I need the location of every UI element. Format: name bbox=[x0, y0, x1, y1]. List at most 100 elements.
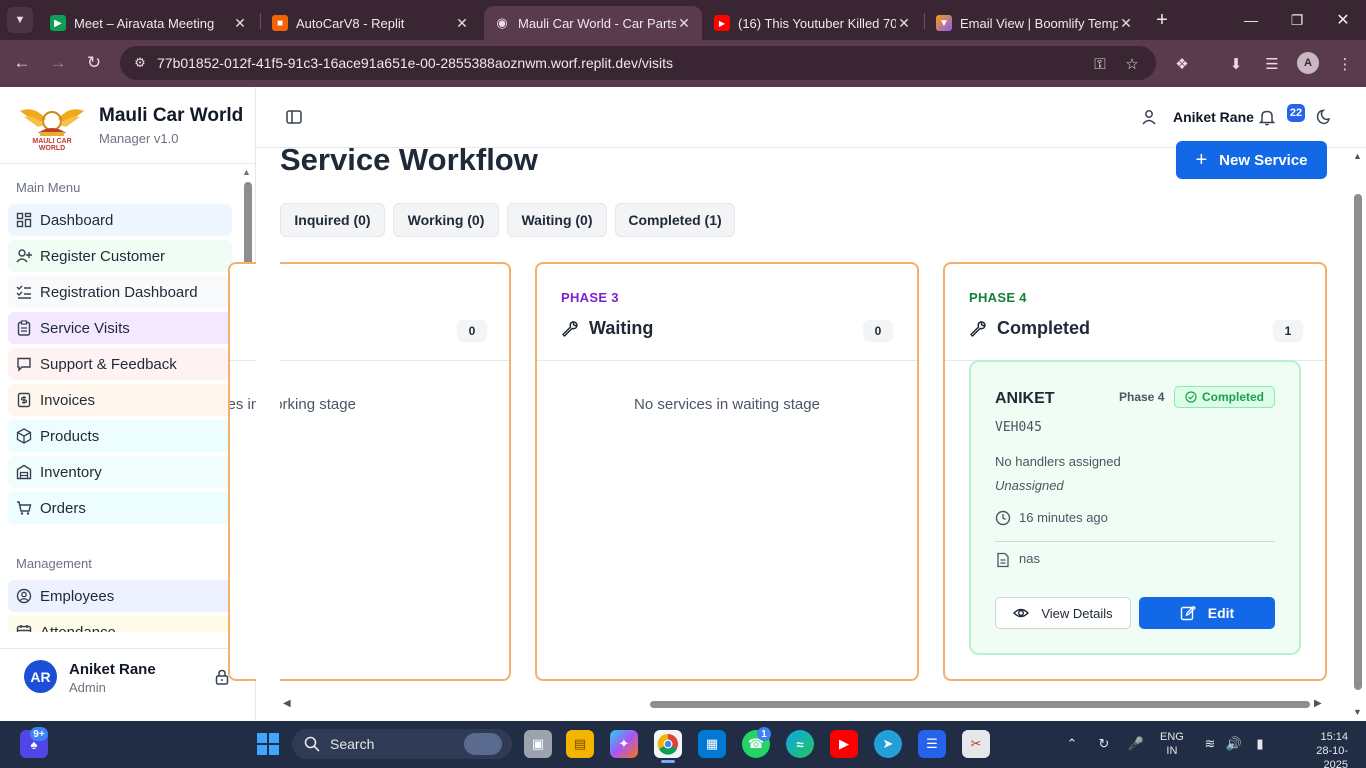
page-scrollbar-thumb[interactable] bbox=[1354, 194, 1362, 690]
user-icon bbox=[1142, 110, 1156, 125]
wifi-icon[interactable]: ≋ bbox=[1200, 732, 1220, 756]
site-info-icon[interactable]: ⚙ bbox=[130, 53, 150, 73]
password-key-icon[interactable]: ⚿ bbox=[1089, 53, 1111, 75]
plus-icon: + bbox=[1195, 148, 1208, 171]
card-customer-name: ANIKET bbox=[995, 390, 1055, 407]
profile-avatar[interactable]: A bbox=[1297, 52, 1319, 74]
edit-button[interactable]: Edit bbox=[1139, 597, 1275, 629]
sidebar-item-attendance[interactable]: Attendance bbox=[8, 616, 232, 632]
scroll-down-arrow-icon[interactable]: ▼ bbox=[1353, 707, 1362, 717]
task-view-icon[interactable]: ▣ bbox=[524, 730, 552, 758]
youtube-app-icon[interactable]: ▶ bbox=[830, 730, 858, 758]
tab-completed[interactable]: Completed (1) bbox=[615, 203, 735, 237]
sidebar-item-products[interactable]: Products bbox=[8, 420, 232, 452]
sync-icon[interactable]: ↻ bbox=[1094, 732, 1114, 756]
sidebar-item-service-visits[interactable]: Service Visits bbox=[8, 312, 232, 344]
main-menu-label: Main Menu bbox=[16, 180, 81, 195]
tab-waiting[interactable]: Waiting (0) bbox=[507, 203, 607, 237]
eye-icon bbox=[1013, 608, 1030, 618]
minimize-button[interactable]: — bbox=[1228, 0, 1274, 40]
extensions-icon[interactable]: ❖ bbox=[1171, 53, 1193, 75]
browser-tab-boomlify[interactable]: ▼ Email View | Boomlify Tempo... ✕ bbox=[926, 6, 1144, 40]
close-icon[interactable]: ✕ bbox=[232, 15, 248, 32]
close-icon[interactable]: ✕ bbox=[1118, 15, 1134, 32]
sidebar-item-inventory[interactable]: Inventory bbox=[8, 456, 232, 488]
telegram-icon[interactable]: ➤ bbox=[874, 730, 902, 758]
sidebar-item-orders[interactable]: Orders bbox=[8, 492, 232, 524]
card-assignment: Unassigned bbox=[995, 478, 1064, 493]
browser-tab-replit[interactable]: ■ AutoCarV8 - Replit ✕ bbox=[262, 6, 480, 40]
sidebar-item-registration-dashboard[interactable]: Registration Dashboard bbox=[8, 276, 232, 308]
maximize-button[interactable]: ❐ bbox=[1274, 0, 1320, 40]
bell-icon[interactable] bbox=[1258, 108, 1276, 126]
browser-tab-youtube[interactable]: ▶ (16) This Youtuber Killed 70 ... ✕ bbox=[704, 6, 922, 40]
forward-button[interactable]: → bbox=[46, 51, 70, 75]
reload-button[interactable]: ↻ bbox=[82, 51, 106, 75]
volume-icon[interactable]: 🔊 bbox=[1224, 732, 1244, 756]
file-explorer-icon[interactable]: ▤ bbox=[566, 730, 594, 758]
tab-working[interactable]: Working (0) bbox=[393, 203, 499, 237]
store-icon[interactable]: ▦ bbox=[698, 730, 726, 758]
close-icon[interactable]: ✕ bbox=[454, 15, 470, 32]
sidebar-item-dashboard[interactable]: Dashboard bbox=[8, 204, 232, 236]
url-text[interactable]: 77b01852-012f-41f5-91c3-16ace91a651e-00-… bbox=[157, 55, 673, 71]
more-menu-icon[interactable]: ⋮ bbox=[1334, 53, 1356, 75]
close-icon[interactable]: ✕ bbox=[676, 15, 692, 32]
column-count: 1 bbox=[1273, 320, 1303, 342]
edge-icon[interactable]: ≈ bbox=[786, 730, 814, 758]
new-tab-button[interactable]: + bbox=[1150, 8, 1174, 32]
scroll-left-arrow-icon[interactable]: ◀ bbox=[283, 698, 291, 709]
notepad-icon[interactable]: ☰ bbox=[918, 730, 946, 758]
search-label: Search bbox=[330, 736, 375, 752]
windows-start-icon[interactable] bbox=[254, 730, 282, 758]
header-user-name[interactable]: Aniket Rane bbox=[1173, 109, 1254, 125]
sidebar-item-employees[interactable]: Employees bbox=[8, 580, 232, 612]
avatar[interactable]: AR bbox=[24, 660, 57, 693]
chevron-up-icon[interactable]: ⌃ bbox=[1062, 732, 1082, 756]
tab-separator bbox=[260, 13, 261, 29]
sidebar-item-invoices[interactable]: Invoices bbox=[8, 384, 232, 416]
scroll-up-arrow-icon[interactable]: ▲ bbox=[242, 167, 251, 177]
view-details-button[interactable]: View Details bbox=[995, 597, 1131, 629]
horizontal-scrollbar-thumb[interactable] bbox=[650, 701, 1310, 708]
scroll-up-arrow-icon[interactable]: ▲ bbox=[1353, 151, 1362, 161]
column-count: 0 bbox=[863, 320, 893, 342]
tab-inquired[interactable]: Inquired (0) bbox=[280, 203, 385, 237]
moon-icon[interactable] bbox=[1315, 108, 1333, 126]
browser-tab-mauli[interactable]: ◉ Mauli Car World - Car Parts & ... ✕ bbox=[484, 6, 702, 40]
empty-state-text: No services in working stage bbox=[228, 396, 356, 413]
tab-title: (16) This Youtuber Killed 70 ... bbox=[738, 15, 896, 31]
chrome-icon[interactable] bbox=[654, 730, 682, 758]
browser-tab-meet[interactable]: ▶ Meet – Airavata Meeting ✕ bbox=[40, 6, 258, 40]
new-service-button[interactable]: + New Service bbox=[1176, 141, 1327, 179]
sidebar-item-register-customer[interactable]: Register Customer bbox=[8, 240, 232, 272]
tab-search-button[interactable]: ▼ bbox=[7, 7, 33, 33]
sidebar-item-support-feedback[interactable]: Support & Feedback bbox=[8, 348, 232, 380]
column-title-text: Waiting bbox=[589, 318, 654, 338]
clock-date: 28-10-2025 bbox=[1316, 745, 1348, 768]
edit-label: Edit bbox=[1207, 605, 1235, 621]
close-icon[interactable]: ✕ bbox=[896, 15, 912, 32]
card-handlers: No handlers assigned bbox=[995, 454, 1121, 469]
bookmark-star-icon[interactable]: ☆ bbox=[1121, 53, 1143, 75]
clock-time: 15:14 bbox=[1320, 731, 1348, 743]
scroll-right-arrow-icon[interactable]: ▶ bbox=[1314, 698, 1322, 709]
back-button[interactable]: ← bbox=[10, 51, 34, 75]
sidebar-toggle-icon[interactable] bbox=[285, 108, 303, 126]
download-icon[interactable]: ⬇ bbox=[1225, 53, 1247, 75]
tab-separator bbox=[924, 13, 925, 29]
language-indicator[interactable]: ENG IN bbox=[1160, 730, 1184, 758]
notification-badge[interactable]: 22 bbox=[1287, 104, 1305, 122]
window-close-button[interactable]: ✕ bbox=[1320, 0, 1366, 40]
sidebar-item-label: Service Visits bbox=[40, 319, 130, 337]
copilot-icon[interactable]: ✦ bbox=[610, 730, 638, 758]
battery-icon[interactable]: ▮ bbox=[1250, 732, 1270, 756]
system-clock[interactable]: 15:14 28-10-2025 bbox=[1308, 730, 1348, 768]
empty-state-text: No services in waiting stage bbox=[634, 396, 820, 413]
microphone-icon[interactable]: 🎤 bbox=[1126, 732, 1146, 756]
sidebar-item-label: Dashboard bbox=[40, 211, 114, 229]
media-control-icon[interactable]: ☰ bbox=[1261, 53, 1283, 75]
snipping-tool-icon[interactable]: ✂ bbox=[962, 730, 990, 758]
sidebar-item-label: Attendance bbox=[40, 623, 116, 633]
sidebar-item-label: Products bbox=[40, 427, 100, 445]
